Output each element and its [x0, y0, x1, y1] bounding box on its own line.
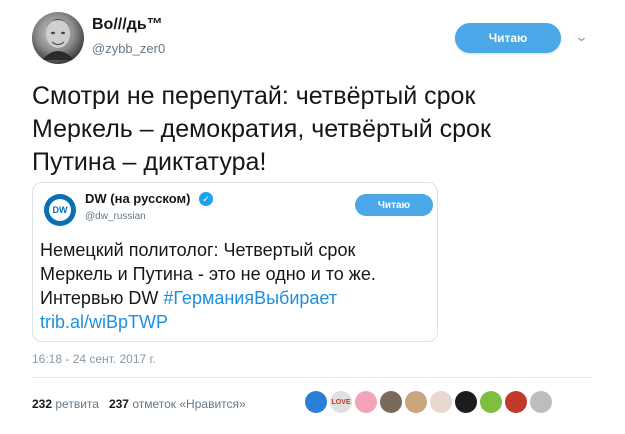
- tweet-text-line: Путина – диктатура!: [32, 148, 267, 176]
- liker-avatar[interactable]: [405, 391, 427, 413]
- liker-avatar[interactable]: [455, 391, 477, 413]
- retweets-count[interactable]: 232: [32, 397, 52, 411]
- chevron-down-icon[interactable]: ⌄: [574, 29, 588, 45]
- verified-badge-icon: ✓: [199, 192, 213, 206]
- retweets-label[interactable]: ретвита: [55, 397, 99, 411]
- display-name[interactable]: Во///дь™: [92, 16, 163, 34]
- likers-avatars: LOVE: [305, 391, 552, 413]
- liker-avatar[interactable]: [430, 391, 452, 413]
- liker-avatar[interactable]: [505, 391, 527, 413]
- likes-label[interactable]: отметок «Нравится»: [132, 397, 245, 411]
- quoted-text-line: Интервью DW #ГерманияВыбирает: [40, 286, 432, 310]
- dw-logo-text: DW: [49, 199, 71, 221]
- avatar[interactable]: [32, 12, 84, 64]
- quoted-text-line: Меркель и Путина - это не одно и то же.: [40, 264, 376, 284]
- divider: [32, 377, 592, 378]
- quoted-text-line: Немецкий политолог: Четвертый срок: [40, 240, 356, 260]
- liker-avatar[interactable]: [355, 391, 377, 413]
- quoted-text-prefix: Интервью DW: [40, 288, 164, 308]
- follow-button[interactable]: Читаю: [455, 23, 561, 53]
- liker-avatar[interactable]: [480, 391, 502, 413]
- quoted-text-line: trib.al/wiBpTWP: [40, 310, 432, 334]
- timestamp[interactable]: 16:18 - 24 сент. 2017 г.: [32, 352, 156, 366]
- liker-avatar[interactable]: LOVE: [330, 391, 352, 413]
- tweet-text-line: Смотри не перепутай: четвёртый срок: [32, 82, 476, 110]
- quoted-text: Немецкий политолог: Четвертый срок Мерке…: [40, 238, 432, 334]
- quoted-follow-button[interactable]: Читаю: [355, 194, 433, 216]
- user-handle[interactable]: @zybb_zer0: [92, 41, 165, 56]
- dw-logo-icon[interactable]: DW: [44, 194, 76, 226]
- hashtag-link[interactable]: #ГерманияВыбирает: [163, 288, 337, 308]
- tweet-stats: 232 ретвита 237 отметок «Нравится»: [32, 397, 246, 411]
- avatar-portrait-icon: [42, 19, 74, 60]
- quoted-display-name[interactable]: DW (на русском): [85, 191, 190, 206]
- tweet-text-line: Меркель – демократия, четвёртый срок: [32, 115, 491, 143]
- liker-avatar[interactable]: [305, 391, 327, 413]
- url-link[interactable]: trib.al/wiBpTWP: [40, 312, 168, 332]
- liker-avatar[interactable]: [380, 391, 402, 413]
- likes-count[interactable]: 237: [109, 397, 129, 411]
- tweet-text: Смотри не перепутай: четвёртый срок Мерк…: [32, 80, 592, 179]
- liker-avatar[interactable]: [530, 391, 552, 413]
- quoted-handle[interactable]: @dw_russian: [85, 211, 146, 222]
